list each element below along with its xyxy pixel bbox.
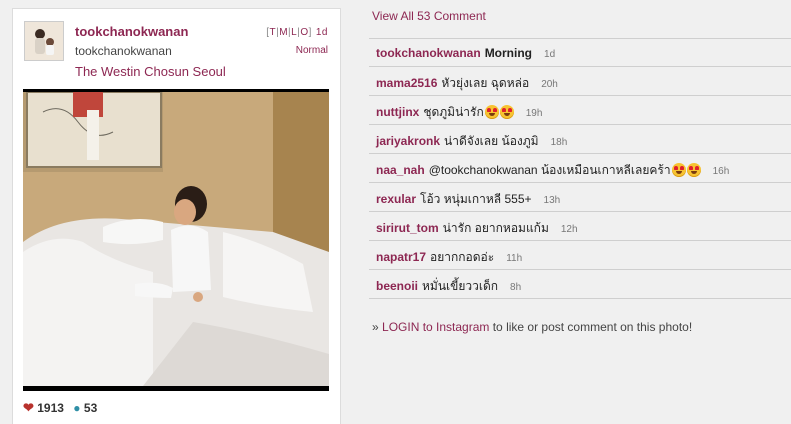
- comment-text: Morning: [484, 46, 533, 60]
- comment-age: 1d: [544, 49, 556, 60]
- comment-text: น่ารัก อยากหอมแก้ม: [442, 221, 549, 235]
- login-prefix: »: [372, 320, 383, 334]
- comment-username[interactable]: nuttjinx: [376, 105, 419, 119]
- comment-row: jariyakronk น่าดีจังเลย น้องภูมิ 18h: [369, 125, 791, 154]
- comments-list: tookchanokwanan Morning 1d mama2516 หัวยุ่งเ…: [369, 38, 791, 299]
- photo-card: tookchanokwanan tookchanokwanan The West…: [12, 8, 341, 424]
- comment-age: 12h: [560, 224, 578, 235]
- comment-age: 16h: [712, 166, 730, 177]
- comment-age: 18h: [550, 137, 568, 148]
- post-age: 1d: [315, 27, 328, 38]
- heart-eyes-emoji-icon: [686, 163, 701, 177]
- post-full-name: tookchanokwanan: [75, 44, 172, 58]
- heart-eyes-emoji-icon: [499, 105, 514, 119]
- comment-text: @tookchanokwanan น้องเหมือนเกาหลีเลยคร้า: [428, 163, 671, 177]
- comment-username[interactable]: sirirut_tom: [376, 221, 439, 235]
- comment-username[interactable]: jariyakronk: [376, 134, 440, 148]
- comment-username[interactable]: mama2516: [376, 76, 437, 90]
- size-link-l[interactable]: L: [291, 27, 297, 38]
- comment-row: mama2516 หัวยุ่งเลย ฉุดหล่อ 20h: [369, 67, 791, 96]
- comment-age: 19h: [525, 108, 543, 119]
- comment-age: 13h: [543, 195, 561, 206]
- post-username[interactable]: tookchanokwanan: [75, 24, 188, 39]
- comment-username[interactable]: tookchanokwanan: [376, 46, 481, 60]
- comment-text: ชุดภูมิน่ารัก: [423, 105, 484, 119]
- post-stats: ❤ 1913 ● 53: [23, 400, 97, 416]
- comment-row: sirirut_tom น่ารัก อยากหอมแก้ม 12h: [369, 212, 791, 241]
- image-size-links: [T|M|L|O] 1d: [266, 27, 328, 38]
- heart-eyes-emoji-icon: [484, 105, 499, 119]
- comment-text: หัวยุ่งเลย ฉุดหล่อ: [441, 76, 530, 90]
- post-filter: Normal: [295, 45, 328, 56]
- comment-age: 20h: [541, 79, 558, 90]
- comment-username[interactable]: beenoii: [376, 279, 418, 293]
- post-location[interactable]: The Westin Chosun Seoul: [75, 64, 226, 79]
- comment-age: 8h: [510, 282, 522, 293]
- comment-text: หมั่นเขี้ยววเด็ก: [422, 279, 499, 293]
- post-photo[interactable]: [23, 89, 329, 391]
- view-all-comments-link[interactable]: View All 53 Comment: [372, 9, 486, 23]
- comment-row: nuttjinx ชุดภูมิน่ารัก 19h: [369, 96, 791, 125]
- size-link-t[interactable]: T: [269, 27, 276, 38]
- comment-text: อยากกอดอ่ะ: [430, 250, 495, 264]
- comment-age: 11h: [506, 253, 523, 264]
- comments-count: 53: [83, 401, 98, 415]
- login-suffix: to like or post comment on this photo!: [489, 320, 693, 334]
- comment-row: tookchanokwanan Morning 1d: [369, 38, 791, 67]
- heart-icon[interactable]: ❤: [23, 400, 34, 415]
- comment-username[interactable]: naa_nah: [376, 163, 425, 177]
- likes-count: 1913: [37, 401, 64, 415]
- heart-eyes-emoji-icon: [671, 163, 686, 177]
- comment-text: น่าดีจังเลย น้องภูมิ: [444, 134, 539, 148]
- comment-text: โอ้ว หนุ่มเกาหลี 555+: [420, 192, 532, 206]
- login-prompt: » LOGIN to Instagram to like or post com…: [372, 320, 692, 334]
- avatar[interactable]: [24, 21, 64, 61]
- comment-row: napatr17 อยากกอดอ่ะ 11h: [369, 241, 791, 270]
- login-link[interactable]: LOGIN to Instagram: [382, 320, 489, 334]
- size-link-o[interactable]: O: [300, 27, 308, 38]
- comment-row: rexular โอ้ว หนุ่มเกาหลี 555+ 13h: [369, 183, 791, 212]
- comment-row: naa_nah @tookchanokwanan น้องเหมือนเกาหลี…: [369, 154, 791, 183]
- comment-username[interactable]: rexular: [376, 192, 416, 206]
- size-link-m[interactable]: M: [279, 27, 288, 38]
- comment-username[interactable]: napatr17: [376, 250, 426, 264]
- comment-bubble-icon[interactable]: ●: [73, 401, 80, 415]
- comment-row: beenoii หมั่นเขี้ยววเด็ก 8h: [369, 270, 791, 299]
